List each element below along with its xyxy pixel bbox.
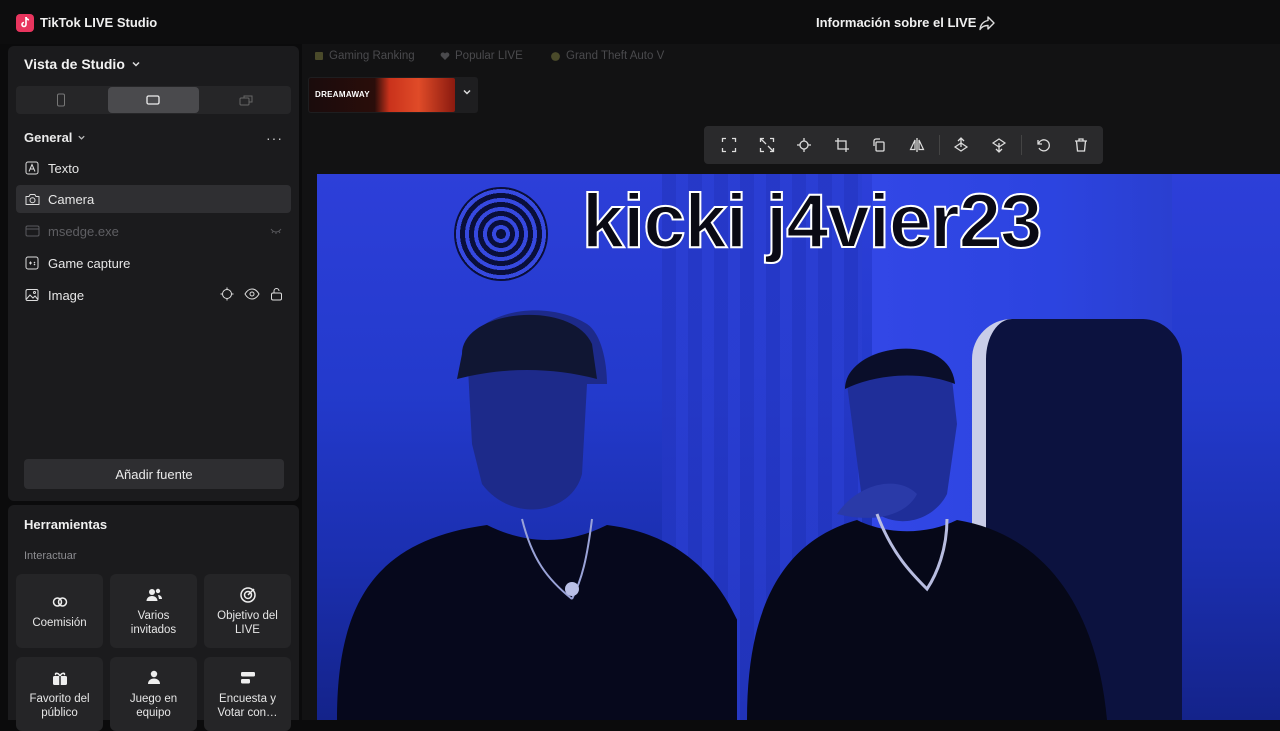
rec-gta-v[interactable]: Grand Theft Auto V bbox=[550, 50, 664, 62]
banner-text: DREAMAWAY bbox=[315, 90, 370, 99]
tool-label: Juego en equipo bbox=[129, 692, 178, 719]
tool-objetivo-live[interactable]: Objetivo del LIVE bbox=[204, 574, 291, 648]
delete-button[interactable] bbox=[1066, 130, 1096, 160]
live-info-button[interactable]: Información sobre el LIVE bbox=[816, 15, 976, 30]
poll-icon bbox=[240, 671, 255, 683]
dartboard-image bbox=[454, 187, 548, 281]
lock-icon[interactable] bbox=[270, 287, 283, 301]
eye-hidden-icon[interactable] bbox=[269, 223, 283, 237]
app-title: TikTok LIVE Studio bbox=[40, 15, 158, 30]
portrait-layout-button[interactable] bbox=[16, 86, 106, 114]
toolbar-divider bbox=[939, 135, 940, 155]
source-item-msedge[interactable]: msedge.exe bbox=[16, 217, 291, 245]
crop-button[interactable] bbox=[827, 130, 857, 160]
layout-switch bbox=[16, 86, 291, 114]
chevron-down-icon bbox=[78, 135, 86, 140]
tool-label: Coemisión bbox=[32, 616, 87, 629]
rotate-icon bbox=[873, 138, 885, 152]
text-icon bbox=[24, 160, 40, 176]
center-button[interactable] bbox=[789, 130, 819, 160]
tool-label: Objetivo del LIVE bbox=[217, 609, 278, 636]
crosshair-icon bbox=[797, 138, 811, 152]
studio-view-selector[interactable]: Vista de Studio bbox=[24, 56, 141, 72]
tool-coemision[interactable]: Coemisión bbox=[16, 574, 103, 648]
streamer-right bbox=[747, 348, 1107, 720]
group-icon bbox=[146, 588, 162, 601]
title-bar: TikTok LIVE Studio Información sobre el … bbox=[0, 0, 1280, 44]
window-icon bbox=[24, 223, 40, 239]
scene-thumbnail: DREAMAWAY bbox=[309, 78, 455, 112]
layer-up-icon bbox=[953, 137, 969, 152]
camera-icon bbox=[24, 191, 40, 207]
chevron-down-icon bbox=[463, 89, 471, 95]
phone-portrait-icon bbox=[57, 93, 66, 107]
dual-screen-icon bbox=[239, 95, 253, 106]
dual-layout-button[interactable] bbox=[201, 86, 291, 114]
layer-down-icon bbox=[991, 138, 1006, 153]
tools-panel: Herramientas Interactuar Coemisión Vario… bbox=[8, 505, 299, 731]
stretch-button[interactable] bbox=[752, 130, 782, 160]
eye-icon[interactable] bbox=[244, 287, 260, 301]
undo-button[interactable] bbox=[1028, 130, 1058, 160]
move-down-button[interactable] bbox=[984, 130, 1014, 160]
heart-icon bbox=[440, 52, 450, 60]
source-label: msedge.exe bbox=[48, 223, 119, 239]
studio-view-label: Vista de Studio bbox=[24, 56, 125, 72]
target-icon bbox=[239, 586, 256, 603]
source-item-image[interactable]: Image bbox=[16, 281, 291, 309]
crosshair-icon[interactable] bbox=[220, 287, 234, 301]
add-source-button[interactable]: Añadir fuente bbox=[24, 459, 284, 489]
rotate-button[interactable] bbox=[864, 130, 894, 160]
stream-overlay-text: kicki j4vier23 bbox=[581, 178, 1043, 265]
tools-subtitle: Interactuar bbox=[24, 550, 77, 562]
expand-icon bbox=[759, 137, 774, 153]
image-icon bbox=[24, 287, 40, 303]
trash-icon bbox=[1074, 138, 1087, 152]
share-icon[interactable] bbox=[978, 14, 996, 32]
screen-landscape-icon bbox=[146, 95, 161, 105]
streamer-left bbox=[337, 310, 737, 720]
scene-group-label: General bbox=[24, 130, 73, 145]
source-label: Game capture bbox=[48, 255, 131, 271]
tools-title: Herramientas bbox=[24, 517, 108, 532]
scene-banner-selector[interactable]: DREAMAWAY bbox=[308, 77, 478, 113]
tool-label: Encuesta y Votar con… bbox=[217, 692, 278, 719]
tiktok-logo-icon bbox=[16, 14, 34, 32]
fit-icon bbox=[721, 137, 737, 153]
source-toolbar bbox=[704, 126, 1103, 164]
source-label: Camera bbox=[48, 191, 95, 207]
game-icon bbox=[551, 51, 560, 61]
source-item-camera[interactable]: Camera bbox=[16, 185, 291, 213]
landscape-layout-button[interactable] bbox=[108, 87, 199, 113]
trophy-icon bbox=[315, 52, 323, 60]
more-options-icon[interactable]: ··· bbox=[266, 130, 283, 146]
tool-varios-invitados[interactable]: Varios invitados bbox=[110, 574, 197, 648]
fit-screen-button[interactable] bbox=[714, 130, 744, 160]
chevron-down-icon bbox=[132, 61, 140, 67]
live-preview-canvas[interactable]: kicki j4vier23 bbox=[317, 174, 1280, 720]
toolbar-divider bbox=[1021, 135, 1022, 155]
scene-group-selector[interactable]: General bbox=[24, 130, 86, 145]
source-label: Texto bbox=[48, 160, 80, 176]
gamepad-icon bbox=[24, 255, 40, 271]
move-up-button[interactable] bbox=[946, 130, 976, 160]
flip-horizontal-button[interactable] bbox=[902, 130, 932, 160]
tool-label: Favorito del público bbox=[29, 692, 90, 719]
rec-gaming-ranking[interactable]: Gaming Ranking bbox=[314, 50, 415, 62]
link-rings-icon bbox=[52, 596, 67, 607]
team-game-icon bbox=[147, 670, 160, 684]
main-area: Gaming Ranking Popular LIVE Grand Theft … bbox=[302, 44, 1280, 720]
tool-label: Varios invitados bbox=[130, 609, 177, 636]
source-item-game-capture[interactable]: Game capture bbox=[16, 249, 291, 277]
source-actions bbox=[220, 287, 283, 301]
undo-icon bbox=[1037, 139, 1050, 152]
rec-popular-live[interactable]: Popular LIVE bbox=[440, 50, 523, 62]
flip-icon bbox=[909, 138, 924, 152]
source-item-texto[interactable]: Texto bbox=[16, 154, 291, 182]
gift-icon bbox=[52, 672, 67, 685]
source-label: Image bbox=[48, 287, 85, 303]
source-actions bbox=[269, 223, 283, 237]
sources-panel: Vista de Studio General ··· Texto Camera… bbox=[8, 46, 299, 501]
crop-icon bbox=[834, 138, 849, 152]
